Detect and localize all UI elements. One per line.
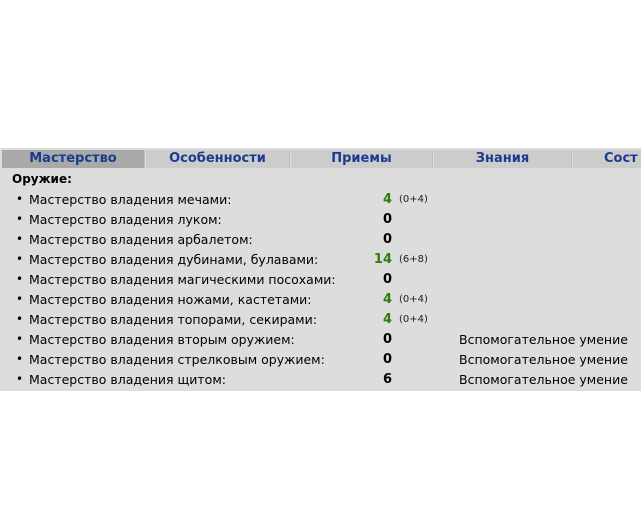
skill-bonus: (6+8) — [399, 254, 428, 265]
skill-row: • Мастерство владения дубинами, булавами:… — [0, 250, 641, 270]
tab-bar: Мастерство Особенности Приемы Знания Сос… — [0, 150, 641, 168]
skill-label: Мастерство владения топорами, секирами: — [29, 312, 317, 327]
skill-label: Мастерство владения вторым оружием: — [29, 332, 295, 347]
skill-value: 4 — [382, 292, 392, 307]
skills-panel: Мастерство Особенности Приемы Знания Сос… — [0, 148, 641, 391]
bullet-icon: • — [16, 332, 24, 346]
skill-label: Мастерство владения ножами, кастетами: — [29, 292, 312, 307]
bullet-icon: • — [16, 232, 24, 246]
skill-row: • Мастерство владения мечами: 4 (0+4) — [0, 190, 641, 210]
bullet-icon: • — [16, 312, 24, 326]
skill-list: • Мастерство владения мечами: 4 (0+4) • Масте… — [0, 190, 641, 390]
bullet-icon: • — [16, 192, 24, 206]
tab-knowledge[interactable]: Знания — [434, 150, 572, 168]
skill-row: • Мастерство владения магическими посохам… — [0, 270, 641, 290]
skill-label: Мастерство владения магическими посохами… — [29, 272, 336, 287]
bullet-icon: • — [16, 352, 24, 366]
skill-label: Мастерство владения дубинами, булавами: — [29, 252, 319, 267]
skill-value: 6 — [382, 372, 392, 387]
skill-row: • Мастерство владения ножами, кастетами: 4… — [0, 290, 641, 310]
tab-state[interactable]: Сост — [573, 150, 641, 168]
skill-bonus: (0+4) — [399, 294, 428, 305]
skill-note: Вспомогательное умение — [459, 332, 628, 347]
skill-note: Вспомогательное умение — [459, 352, 628, 367]
skill-value: 4 — [382, 312, 392, 327]
skill-note: Вспомогательное умение — [459, 372, 628, 387]
skill-value: 0 — [382, 272, 392, 287]
skill-row: • Мастерство владения топорами, секирами:… — [0, 310, 641, 330]
bullet-icon: • — [16, 372, 24, 386]
skill-row: • Мастерство владения луком: 0 — [0, 210, 641, 230]
skill-label: Мастерство владения щитом: — [29, 372, 226, 387]
bullet-icon: • — [16, 272, 24, 286]
bullet-icon: • — [16, 212, 24, 226]
skill-bonus: (0+4) — [399, 194, 428, 205]
section-title-weapons: Оружие: — [12, 172, 72, 186]
tab-mastery[interactable]: Мастерство — [2, 150, 145, 168]
skill-value: 0 — [382, 332, 392, 347]
skill-value: 0 — [382, 212, 392, 227]
tab-features[interactable]: Особенности — [146, 150, 290, 168]
skill-bonus: (0+4) — [399, 314, 428, 325]
skill-row: • Мастерство владения стрелковым оружием:… — [0, 350, 641, 370]
bullet-icon: • — [16, 252, 24, 266]
skill-value: 4 — [382, 192, 392, 207]
skill-value: 0 — [382, 232, 392, 247]
skill-label: Мастерство владения арбалетом: — [29, 232, 253, 247]
skill-label: Мастерство владения мечами: — [29, 192, 232, 207]
skill-value: 14 — [373, 252, 392, 267]
skill-row: • Мастерство владения вторым оружием: 0 Всп… — [0, 330, 641, 350]
skill-label: Мастерство владения луком: — [29, 212, 222, 227]
tab-techniques[interactable]: Приемы — [291, 150, 433, 168]
skill-row: • Мастерство владения арбалетом: 0 — [0, 230, 641, 250]
skill-label: Мастерство владения стрелковым оружием: — [29, 352, 325, 367]
skill-row: • Мастерство владения щитом: 6 Вспомогатель… — [0, 370, 641, 390]
bullet-icon: • — [16, 292, 24, 306]
skill-value: 0 — [382, 352, 392, 367]
